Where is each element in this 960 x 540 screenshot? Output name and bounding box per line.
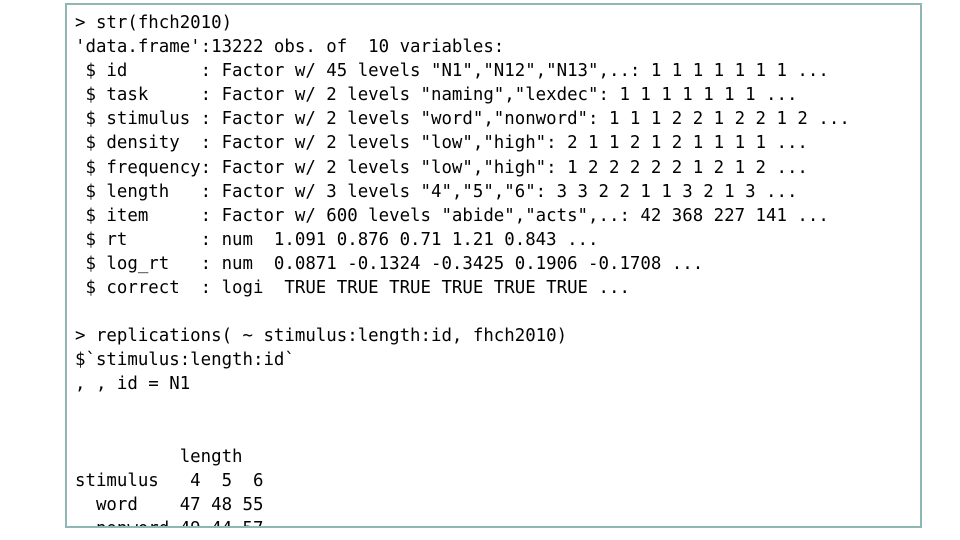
console-line: length [75,446,243,467]
console-line: $ frequency: Factor w/ 2 levels "low","h… [75,157,808,178]
console-line: > replications( ~ stimulus:length:id, fh… [75,326,568,347]
console-line: nonword 49 44 57 [75,517,920,526]
console-line: $ id : Factor w/ 45 levels "N1","N12","N… [75,61,829,82]
console-line: , , id = N1 [75,374,191,395]
slide-canvas: > str(fhch2010) 'data.frame':13222 obs. o… [0,0,960,540]
console-line: $ log_rt : num 0.0871 -0.1324 -0.3425 0.… [75,253,704,274]
console-line: $ density : Factor w/ 2 levels "low","hi… [75,133,808,154]
console-line: $ rt : num 1.091 0.876 0.71 1.21 0.843 .… [75,229,599,250]
console-line: $ correct : logi TRUE TRUE TRUE TRUE TRU… [75,278,630,299]
console-line: $ item : Factor w/ 600 levels "abide","a… [75,205,829,226]
r-console-output: > str(fhch2010) 'data.frame':13222 obs. o… [67,5,920,526]
console-line: $`stimulus:length:id` [75,350,295,371]
console-line: $ stimulus : Factor w/ 2 levels "word","… [75,109,850,130]
console-line: 'data.frame':13222 obs. of 10 variables: [75,37,505,58]
console-line: stimulus 4 5 6 [75,470,264,491]
console-line: word 47 48 55 [75,494,264,515]
console-line: $ length : Factor w/ 3 levels "4","5","6… [75,181,798,202]
r-console-panel: > str(fhch2010) 'data.frame':13222 obs. o… [65,3,922,528]
console-line: > str(fhch2010) [75,13,233,33]
console-line: $ task : Factor w/ 2 levels "naming","le… [75,85,798,106]
